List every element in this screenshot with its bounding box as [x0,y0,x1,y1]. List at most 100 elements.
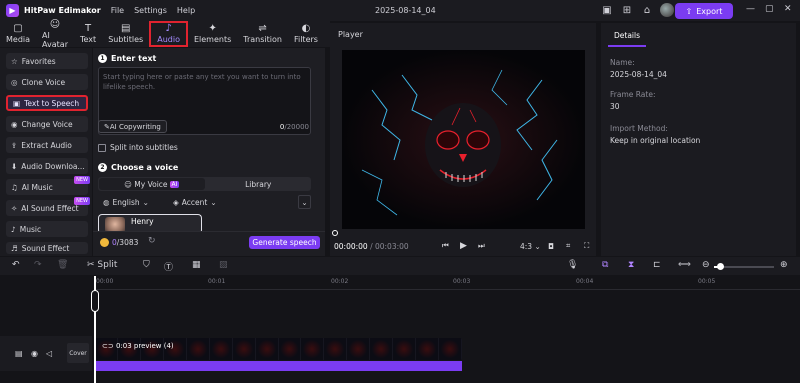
sidebar-item-favorites[interactable]: ☆ Favorites [6,53,88,69]
microphone-icon[interactable]: 🎙 [567,260,578,270]
snapshot-icon[interactable]: ◘ [548,242,554,251]
redo-icon[interactable]: ↷ [34,260,42,270]
avatar[interactable] [660,3,674,17]
import-method-label: Import Method: [610,124,668,133]
delete-icon[interactable]: 🗑 [57,260,68,270]
details-panel: Details Name: 2025-08-14_04 Frame Rate: … [601,23,796,256]
language-dropdown[interactable]: ◍ English ⌄ [103,195,149,209]
sidebar-item-audio-download[interactable]: ⬇ Audio Downloa... [6,158,88,174]
cover-button[interactable]: Cover [67,343,89,363]
sidebar-item-ai-sound-effect[interactable]: ✧ AI Sound Effect NEW [6,197,90,216]
shield-icon[interactable]: ⛉ [143,260,150,270]
sidebar-item-clone-voice[interactable]: ◎ Clone Voice [6,74,88,90]
tab-label: Text [80,35,97,44]
timeline[interactable]: 00:00 00:01 00:02 00:03 00:04 00:05 ▤ ◉ … [0,276,800,383]
tab-filters[interactable]: ◐ Filters [288,21,324,47]
maximize-icon[interactable]: ▢ [765,4,774,14]
tab-subtitles[interactable]: ▤ Subtitles [102,21,149,47]
eye-icon[interactable]: ◉ [31,349,38,358]
text-box-icon[interactable]: Ⓣ [164,260,173,273]
tab-ai-avatar[interactable]: ☺ AI Avatar [36,18,74,49]
crop-icon[interactable]: ⌗ [566,241,570,251]
link-icon[interactable]: ⧉ [602,260,608,270]
gift-icon[interactable]: ⊞ [620,3,634,17]
aspect-ratio-dropdown[interactable]: 4:3 ⌄ [520,242,541,251]
fit-icon[interactable]: ⟺ [678,260,691,270]
clip-label-text: 0:03 preview (4) [115,342,174,350]
cart-icon[interactable]: ⌂ [640,3,654,17]
sidebar-item-label: Favorites [21,56,56,66]
voice-name: Henry [131,217,154,226]
split-subtitles-checkbox[interactable]: Split into subtitles [98,143,178,152]
zoom-slider-handle[interactable] [717,263,724,270]
ai-avatar-icon: ☺ [49,18,61,30]
sidebar-item-change-voice[interactable]: ◉ Change Voice [6,116,88,132]
tab-audio[interactable]: ♪ Audio [149,21,188,47]
section-title: Choose a voice [111,163,179,172]
tab-elements[interactable]: ✦ Elements [188,21,237,47]
sidebar-item-music[interactable]: ♪ Music [6,221,88,237]
import-method-value: Keep in original location [610,136,701,145]
tab-label: AI Avatar [42,30,68,49]
expand-filters-button[interactable]: ⌄ [298,195,311,209]
generate-speech-button[interactable]: Generate speech [249,236,320,249]
previous-frame-icon[interactable]: ⏮ [442,241,449,251]
close-icon[interactable]: ✕ [784,4,792,14]
fullscreen-icon[interactable]: ⛶ [584,241,589,251]
zoom-out-icon[interactable]: ⊖ [702,260,710,270]
tab-library[interactable]: Library [206,177,312,191]
sidebar-item-sound-effect[interactable]: ♬ Sound Effect [6,242,88,254]
split-button[interactable]: ✂ Split [87,260,117,270]
checkbox[interactable] [98,143,106,152]
menu-bar: File Settings Help [111,6,195,15]
accent-dropdown[interactable]: ◈ Accent ⌄ [173,195,217,209]
play-icon[interactable]: ▶ [460,241,467,251]
sidebar-item-ai-music[interactable]: ♫ AI Music NEW [6,176,90,195]
next-frame-icon[interactable]: ⏭ [478,241,485,251]
credits-total: /3083 [116,238,139,247]
track-settings-icon[interactable]: ▤ [15,349,23,358]
voice-source-tabs: ☺ My Voice AI Library [98,177,311,191]
ai-copywriting-button[interactable]: ✎ AI Copywriting [98,120,167,133]
tab-text[interactable]: T Text [74,21,102,47]
sidebar-item-extract-audio[interactable]: ⇪ Extract Audio [6,137,88,153]
time-ruler[interactable]: 00:00 00:01 00:02 00:03 00:04 00:05 [94,276,800,290]
sidebar-item-text-to-speech[interactable]: ▣ Text to Speech [6,95,88,111]
tab-transition[interactable]: ⇌ Transition [237,21,288,47]
playback-progress-handle[interactable] [332,230,338,236]
tab-details[interactable]: Details [608,25,647,47]
chevron-down-icon: ⌄ [301,197,308,207]
clip-frame [301,338,325,360]
subtitles-icon: ▤ [120,23,131,34]
layout-icon[interactable]: ▣ [600,3,614,17]
menu-settings[interactable]: Settings [134,6,167,15]
frame-rate-value: 30 [610,102,620,111]
clip-frame [209,338,233,360]
link-icon: ⊂⊃ [102,342,116,350]
playhead-handle[interactable] [91,290,99,312]
volume-icon[interactable]: ◁ [46,349,52,358]
undo-icon[interactable]: ↶ [12,260,20,270]
audio-track-bar[interactable] [95,361,462,371]
tab-my-voice[interactable]: ☺ My Voice AI [99,178,205,190]
magnet-icon[interactable]: ⧗ [628,260,634,270]
choose-voice-heading: 2 Choose a voice [98,163,178,172]
split-label: Split [97,260,118,270]
audio-sidebar: ☆ Favorites ◎ Clone Voice ▣ Text to Speech … [0,48,92,256]
tick-label: 00:05 [698,278,716,285]
minimize-icon[interactable]: — [746,4,755,14]
tts-footer: 0/3083 ↻ Generate speech [93,231,325,253]
ripple-icon[interactable]: ⊏ [653,260,661,270]
export-button[interactable]: ⇧ Export [675,3,733,19]
elements-icon: ✦ [208,23,217,34]
menu-file[interactable]: File [111,6,124,15]
menu-help[interactable]: Help [177,6,195,15]
video-preview[interactable] [342,50,585,229]
zoom-in-icon[interactable]: ⊕ [780,260,788,270]
zoom-slider-track[interactable] [722,266,774,268]
tab-media[interactable]: ▢ Media [0,21,36,47]
refresh-icon[interactable]: ↻ [148,236,156,246]
transition-icon: ⇌ [258,23,267,34]
freeze-icon[interactable]: ▦ [192,260,201,270]
image-icon[interactable]: ▧ [219,260,228,270]
